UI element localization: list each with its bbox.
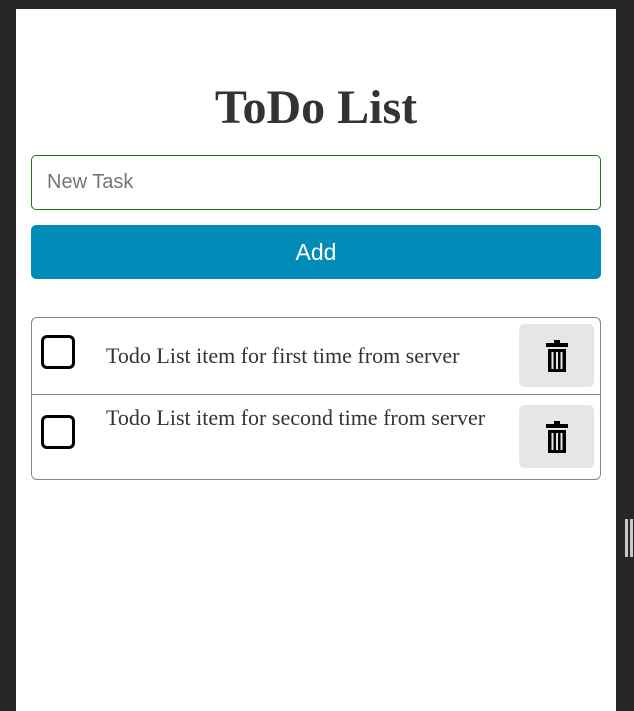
page-title: ToDo List (214, 81, 418, 134)
todo-item: Todo List item for second time from serv… (32, 395, 600, 479)
add-button[interactable]: Add (31, 225, 601, 279)
todo-app: ToDo List Add Todo List item for first t… (16, 9, 616, 711)
trash-icon (545, 339, 568, 372)
resize-handle[interactable] (625, 519, 634, 557)
todo-text: Todo List item for first time from serve… (106, 343, 460, 368)
todo-list: Todo List item for first time from serve… (31, 317, 601, 480)
new-task-input[interactable] (31, 155, 601, 210)
todo-checkbox[interactable] (41, 415, 75, 449)
delete-button[interactable] (519, 324, 594, 387)
todo-text: Todo List item for second time from serv… (106, 405, 486, 430)
todo-checkbox[interactable] (41, 335, 75, 369)
trash-icon (545, 420, 568, 453)
delete-button[interactable] (519, 405, 594, 468)
todo-item: Todo List item for first time from serve… (32, 318, 600, 395)
